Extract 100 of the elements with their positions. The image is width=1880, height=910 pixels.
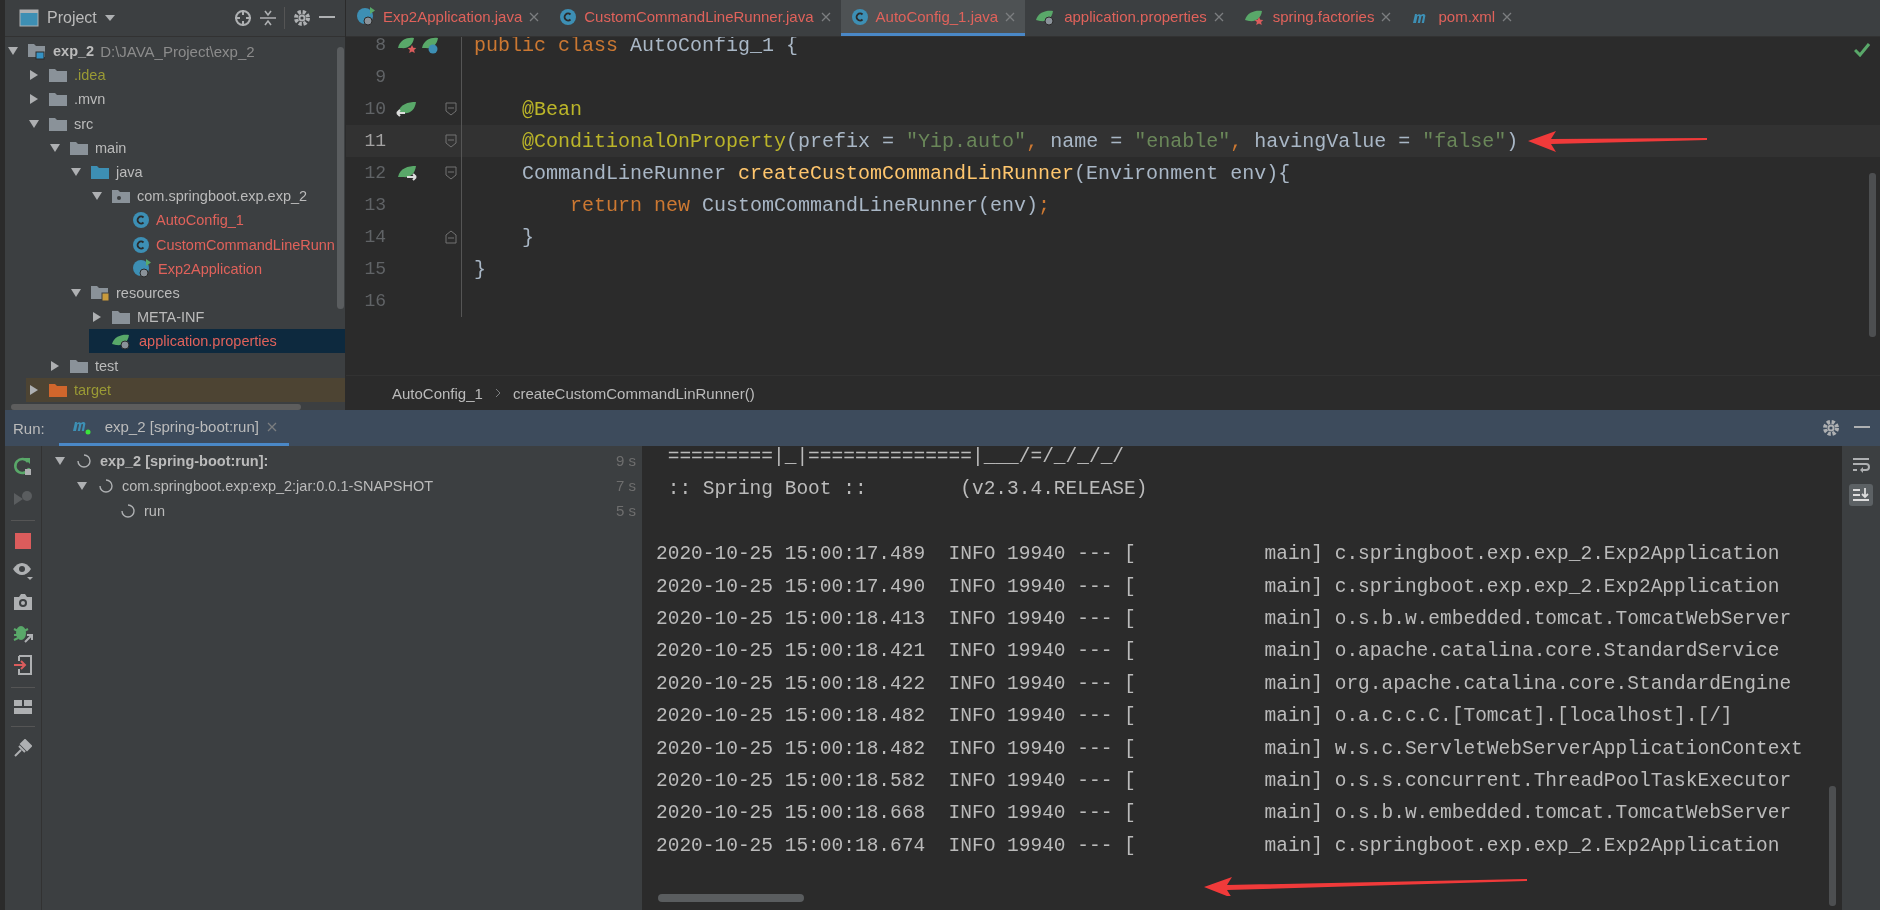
expand-arrow-icon[interactable] [7,46,19,57]
code-line: @Bean [521,97,583,121]
minimize-icon[interactable] [1854,426,1870,430]
expand-arrow-icon[interactable] [70,167,82,178]
scrollbar[interactable] [658,894,804,902]
tree-item-label: test [95,357,119,374]
exit-icon[interactable] [13,655,33,675]
check-icon[interactable] [1854,43,1870,57]
panel-title[interactable]: Project [47,9,97,27]
tree-row[interactable]: exp_2 D:\JAVA_Project\exp_2 [5,39,345,64]
tree-row[interactable]: com.springboot.exp.exp_2 [89,184,345,209]
run-step-label[interactable]: com.springboot.exp:exp_2:jar:0.0.1-SNAPSHOT [122,477,434,494]
folder-icon [48,381,68,398]
tree-item-label: .idea [74,67,106,84]
bug-icon[interactable] [12,623,34,643]
collapse-arrow-icon[interactable] [50,359,60,372]
chevron-icon [494,388,501,398]
bean-navigate-icon[interactable] [396,163,418,183]
file-tab[interactable]: Exp2Application.java [346,0,550,36]
fold-marker-icon[interactable] [444,166,457,180]
file-tab[interactable]: CustomCommandLineRunner.java [549,0,841,36]
minimize-icon[interactable] [319,16,335,20]
close-icon[interactable] [820,11,831,22]
tree-item-label: src [74,115,94,132]
close-icon[interactable] [1213,11,1224,22]
soft-wrap-icon[interactable] [1852,457,1870,473]
rerun-icon[interactable] [13,456,33,476]
class-icon [850,7,869,26]
scrollbar[interactable] [337,47,344,309]
console-line: 2020-10-25 15:00:17.490 INFO 19940 --- [ main] c.springboot.exp.exp_2.Exp2Application [656,574,1780,600]
folder-icon [90,164,110,181]
close-icon[interactable] [529,11,540,22]
class-icon [132,235,150,254]
tree-row[interactable]: .mvn [26,87,345,112]
fold-marker-icon[interactable] [444,102,457,116]
tree-row[interactable]: src [26,111,345,136]
tree-row[interactable]: resources [68,280,345,306]
expand-arrow-icon[interactable] [54,455,66,466]
fold-marker-icon[interactable] [444,230,457,244]
file-tab[interactable]: pom.xml [1401,0,1523,36]
scrollbar[interactable] [1869,173,1876,337]
collapse-arrow-icon[interactable] [29,93,39,106]
module-folder-icon [27,42,47,61]
dropdown-caret-icon[interactable] [104,15,115,21]
tree-item-label: CustomCommandLineRunn [156,236,335,253]
fold-marker-icon[interactable] [444,134,457,148]
tree-row[interactable]: META-INF [89,305,345,330]
tree-row[interactable]: CustomCommandLineRunn [110,232,345,257]
locate-icon[interactable] [234,9,252,27]
expand-arrow-icon[interactable] [76,480,88,491]
tree-row[interactable]: .idea [26,63,345,88]
tree-row[interactable]: target [26,377,345,402]
line-number: 10 [363,99,386,119]
tree-row[interactable]: java [68,159,345,185]
collapse-arrow-icon[interactable] [92,311,102,324]
folder-icon [111,309,131,326]
tree-row[interactable]: application.properties [89,329,345,354]
collapse-arrow-icon[interactable] [29,69,39,82]
scrollbar[interactable] [1829,786,1836,906]
class-run-icon [356,7,376,26]
file-tab[interactable]: spring.factories [1233,0,1402,36]
tree-item-label: resources [116,284,180,301]
tree-row[interactable]: Exp2Application [110,256,345,281]
line-number: 16 [363,291,386,311]
layout-icon[interactable] [14,700,32,714]
tree-row[interactable]: AutoConfig_1 [110,208,345,233]
scroll-to-end-icon[interactable] [1852,487,1870,503]
tree-row[interactable]: main [47,135,345,160]
class-icon [559,7,578,26]
tree-item-label: main [95,139,127,156]
expand-arrow-icon[interactable] [70,287,82,298]
expand-arrow-icon[interactable] [28,118,40,129]
bean-navigate-icon[interactable] [396,99,418,119]
file-tab[interactable]: application.properties [1025,0,1234,36]
close-icon[interactable] [1381,11,1392,22]
line-number: 8 [374,37,386,55]
close-icon[interactable] [1502,11,1513,22]
bean-config-icon[interactable] [396,37,440,56]
settings-icon[interactable] [1822,419,1840,437]
breadcrumb[interactable]: AutoConfig_1 [392,384,483,402]
console-line: 2020-10-25 15:00:18.413 INFO 19940 --- [ main] o.s.b.w.embedded.tomcat.TomcatWebServer [656,606,1792,632]
pin-icon[interactable] [14,739,32,757]
tree-item-label: java [116,164,143,181]
settings-icon[interactable] [293,9,311,27]
console-line: 2020-10-25 15:00:18.668 INFO 19940 --- [ main] o.s.b.w.embedded.tomcat.TomcatWebServer [656,801,1792,827]
collapse-all-icon[interactable] [260,9,276,27]
run-step-label[interactable]: exp_2 [spring-boot:run]: [100,452,269,469]
camera-icon[interactable] [13,593,33,611]
console-line: :: Spring Boot :: (v2.3.4.RELEASE) [666,477,1148,503]
expand-arrow-icon[interactable] [91,191,103,202]
tree-item-label: target [74,381,112,398]
run-step-label[interactable]: run [144,502,165,519]
folder-icon [48,91,68,108]
breadcrumb[interactable]: createCustomCommandLinRunner() [512,384,755,402]
expand-arrow-icon[interactable] [49,142,61,153]
collapse-arrow-icon[interactable] [29,383,39,396]
panel-title: Run: [13,419,45,437]
scrollbar[interactable] [11,404,301,410]
tree-row[interactable]: test [47,353,345,378]
eye-icon[interactable] [12,561,34,581]
